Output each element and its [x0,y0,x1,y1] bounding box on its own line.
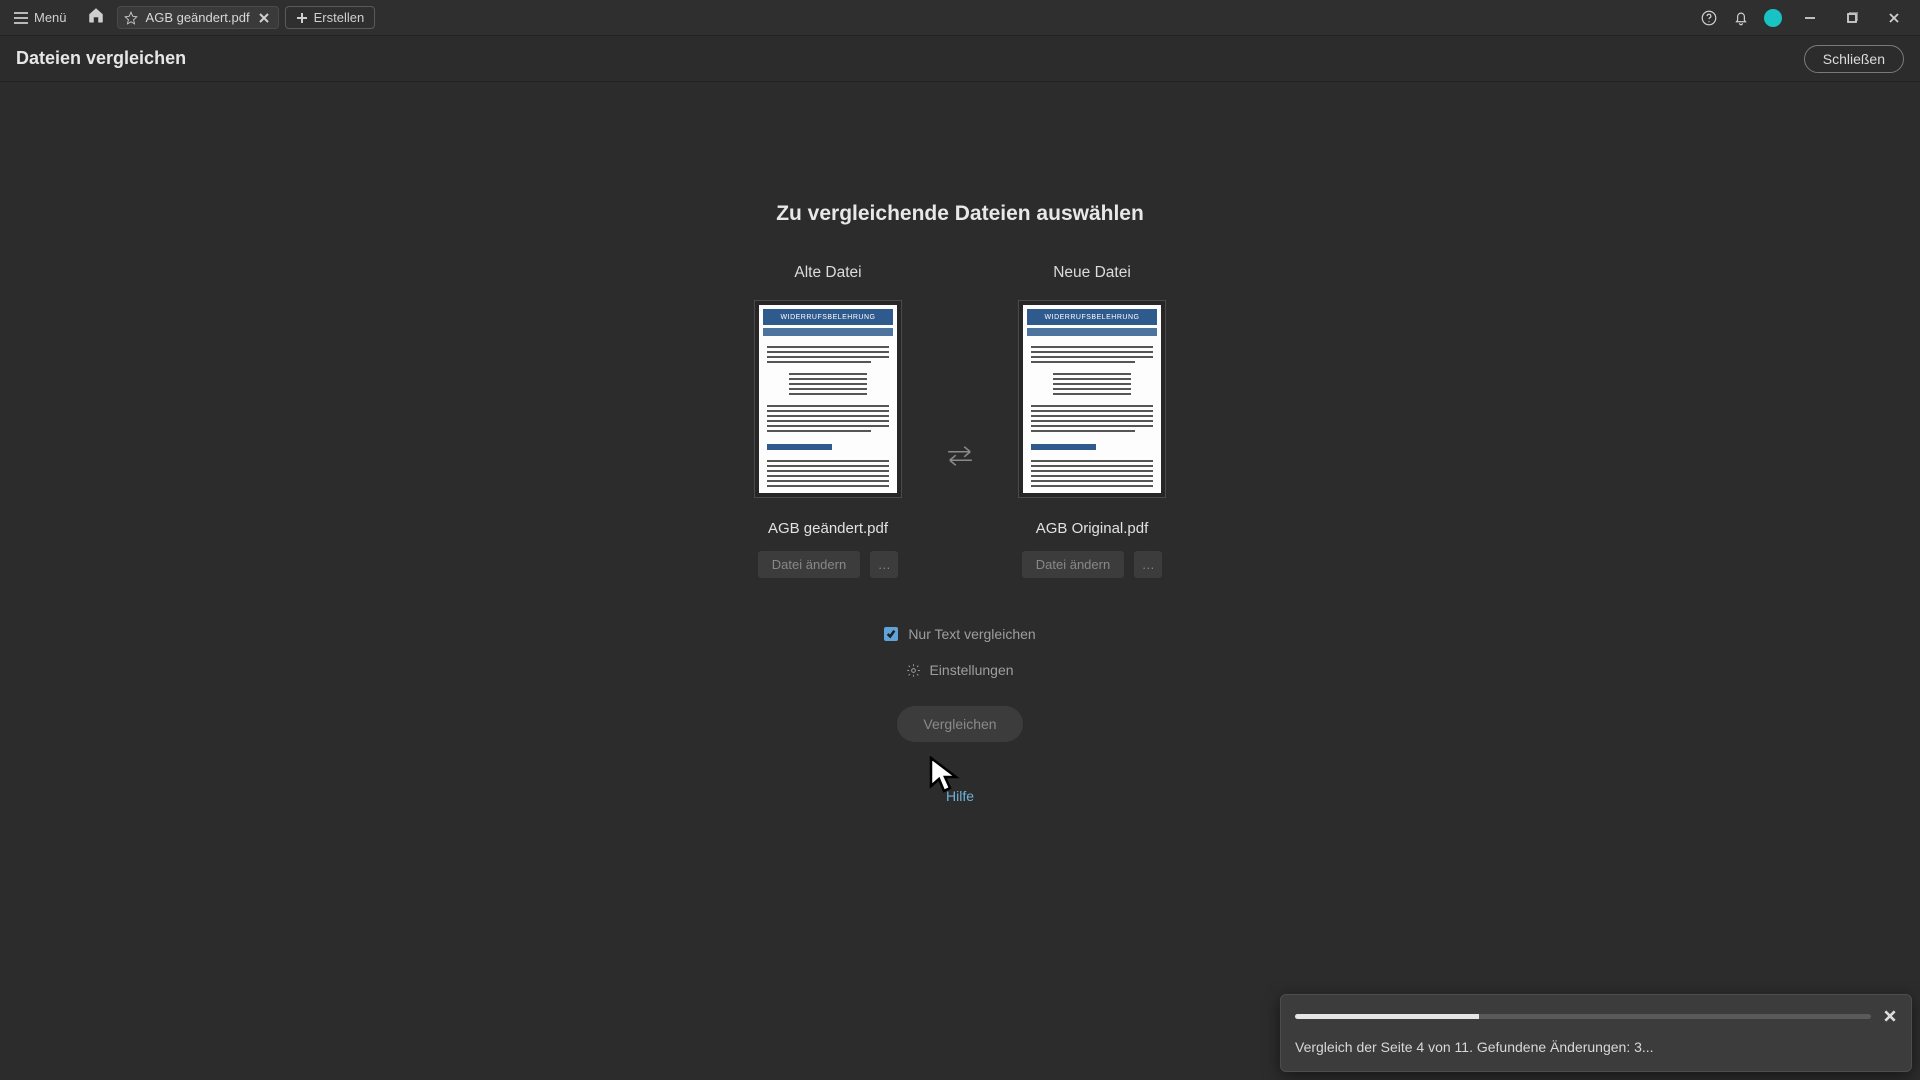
progress-fill [1295,1014,1479,1019]
new-file-thumbnail[interactable]: WIDERRUFSBELEHRUNG [1018,300,1166,498]
create-button[interactable]: Erstellen [285,6,376,29]
toast-close-button[interactable] [1883,1009,1897,1023]
star-icon [124,11,138,25]
menu-label: Menü [34,10,67,25]
new-file-column: Neue Datei WIDERRUFSBELEHRUNG [1018,264,1166,578]
hamburger-icon [14,12,28,24]
text-only-label: Nur Text vergleichen [908,626,1035,642]
new-file-label: Neue Datei [1053,264,1131,282]
compare-button[interactable]: Vergleichen [897,706,1022,742]
document-tab[interactable]: AGB geändert.pdf [117,6,279,29]
progress-toast: Vergleich der Seite 4 von 11. Gefundene … [1280,994,1912,1072]
settings-button[interactable]: Einstellungen [906,662,1013,678]
home-icon [87,6,105,24]
help-icon[interactable] [1700,9,1718,27]
titlebar-right [1700,9,1914,27]
compare-columns: Alte Datei WIDERRUFSBELEHRUNG [754,264,1166,578]
create-label: Erstellen [314,10,365,25]
swap-files-button[interactable] [942,438,978,474]
old-file-thumbnail[interactable]: WIDERRUFSBELEHRUNG [754,300,902,498]
titlebar: Menü AGB geändert.pdf Erstellen [0,0,1920,36]
tab-close-icon[interactable] [258,12,270,24]
new-file-name: AGB Original.pdf [1036,520,1149,537]
thumb-banner: WIDERRUFSBELEHRUNG [1027,309,1157,325]
text-only-checkbox-row[interactable]: Nur Text vergleichen [884,626,1035,642]
home-button[interactable] [81,2,111,33]
tool-header: Dateien vergleichen Schließen [0,36,1920,82]
old-file-column: Alte Datei WIDERRUFSBELEHRUNG [754,264,902,578]
window-close-button[interactable] [1880,12,1908,24]
window-minimize-button[interactable] [1796,12,1824,24]
toast-text: Vergleich der Seite 4 von 11. Gefundene … [1295,1039,1897,1055]
new-more-button[interactable]: … [1134,551,1162,578]
thumb-banner: WIDERRUFSBELEHRUNG [763,309,893,325]
document-thumbnail: WIDERRUFSBELEHRUNG [1023,305,1161,493]
gear-icon [906,663,921,678]
menu-button[interactable]: Menü [6,6,75,29]
checkbox-checked-icon [884,627,898,641]
main-heading: Zu vergleichende Dateien auswählen [776,202,1144,226]
settings-label: Einstellungen [929,662,1013,678]
minimize-icon [1804,12,1816,24]
old-file-label: Alte Datei [794,264,861,282]
old-change-file-button[interactable]: Datei ändern [758,551,860,578]
new-change-file-button[interactable]: Datei ändern [1022,551,1124,578]
progress-bar [1295,1014,1871,1019]
old-more-button[interactable]: … [870,551,898,578]
old-file-name: AGB geändert.pdf [768,520,888,537]
maximize-icon [1846,12,1858,24]
plus-icon [296,12,308,24]
bell-icon[interactable] [1732,9,1750,27]
help-link[interactable]: Hilfe [946,788,974,804]
close-icon [1888,12,1900,24]
main-area: Zu vergleichende Dateien auswählen Alte … [0,82,1920,1080]
swap-icon [943,442,977,470]
options-section: Nur Text vergleichen Einstellungen Vergl… [884,626,1035,742]
avatar[interactable] [1764,9,1782,27]
close-button[interactable]: Schließen [1804,45,1904,73]
window-maximize-button[interactable] [1838,12,1866,24]
page-title: Dateien vergleichen [16,48,186,69]
tab-label: AGB geändert.pdf [146,10,250,25]
document-thumbnail: WIDERRUFSBELEHRUNG [759,305,897,493]
